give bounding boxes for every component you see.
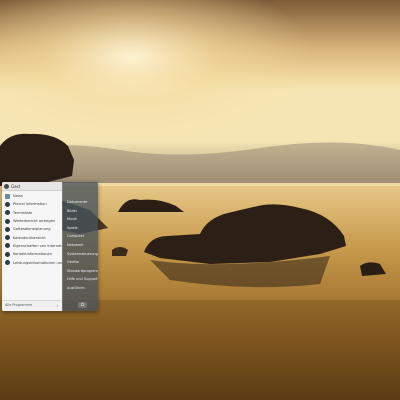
app-icon [5, 235, 10, 241]
folder-icon [5, 193, 10, 199]
system-links-list: Dokumente Bilder Musik Spiele Computer N… [67, 198, 98, 293]
app-item-wetterbericht[interactable]: Wetterbericht anzeigen [2, 217, 62, 225]
app-item-label: Wetterbericht anzeigen [13, 219, 56, 224]
app-item-label: Pfarrei Information [13, 202, 47, 207]
app-icon [5, 243, 10, 249]
start-menu: Gast News Pfarrei Information Terminlist… [2, 182, 98, 311]
system-link[interactable]: Spiele [67, 224, 98, 233]
app-icon [5, 226, 10, 232]
user-avatar-icon [4, 184, 9, 189]
system-link[interactable]: Musik [67, 215, 98, 224]
app-item-label: Leistungsinformationen und Tools [13, 260, 62, 265]
user-name: Gast [11, 184, 21, 189]
app-item-kontaktinformationen[interactable]: Kontaktinformationen [2, 250, 62, 258]
system-link[interactable]: Systemsteuerung [67, 250, 98, 259]
system-link[interactable]: Geräte [67, 258, 98, 267]
app-icon [5, 260, 10, 266]
system-link[interactable]: Computer [67, 232, 98, 241]
app-item-terminliste[interactable]: Terminliste [2, 209, 62, 217]
system-link[interactable]: Ausführen [67, 284, 98, 293]
app-item-leistungsinformationen[interactable]: Leistungsinformationen und Tools [2, 258, 62, 266]
user-header: Gast [2, 182, 62, 191]
app-item-kalenderuebersicht[interactable]: Kalenderübersicht [2, 233, 62, 241]
app-item-label: Terminliste [13, 210, 33, 215]
app-icon [5, 210, 10, 216]
system-link[interactable]: Dokumente [67, 198, 98, 207]
user-row[interactable]: Gast [4, 183, 20, 190]
app-item-label: Gottesdienstplanung [13, 227, 51, 232]
all-programs-row[interactable]: Alle Programme › [2, 300, 62, 311]
system-link[interactable]: Hilfe und Support [67, 275, 98, 284]
app-item-label: News [13, 194, 23, 199]
chevron-right-icon: › [56, 303, 58, 308]
app-icon [5, 201, 10, 207]
app-item-pfarrei-information[interactable]: Pfarrei Information [2, 200, 62, 208]
app-item-gottesdienstplanung[interactable]: Gottesdienstplanung [2, 225, 62, 233]
system-link[interactable]: Netzwerk [67, 241, 98, 250]
system-link[interactable]: Standardprogramme [67, 267, 98, 276]
pinned-app-list: News Pfarrei Information Terminliste Wet… [2, 192, 62, 267]
power-button[interactable]: ⏻ [78, 302, 87, 308]
app-item-label: Kalenderübersicht [13, 235, 46, 240]
app-item-internetexplorer[interactable]: Eigenschaften von Internetexplorer [2, 242, 62, 250]
app-item-news[interactable]: News [2, 192, 62, 200]
app-icon [5, 218, 10, 224]
app-item-label: Eigenschaften von Internetexplorer [13, 243, 62, 248]
power-icon: ⏻ [80, 302, 85, 307]
start-menu-right-pane: Dokumente Bilder Musik Spiele Computer N… [62, 182, 98, 311]
start-menu-left-pane: Gast News Pfarrei Information Terminlist… [2, 182, 62, 311]
system-link[interactable]: Bilder [67, 207, 98, 216]
app-icon [5, 251, 10, 257]
app-item-label: Kontaktinformationen [13, 252, 52, 257]
all-programs-label: Alle Programme [5, 303, 33, 307]
